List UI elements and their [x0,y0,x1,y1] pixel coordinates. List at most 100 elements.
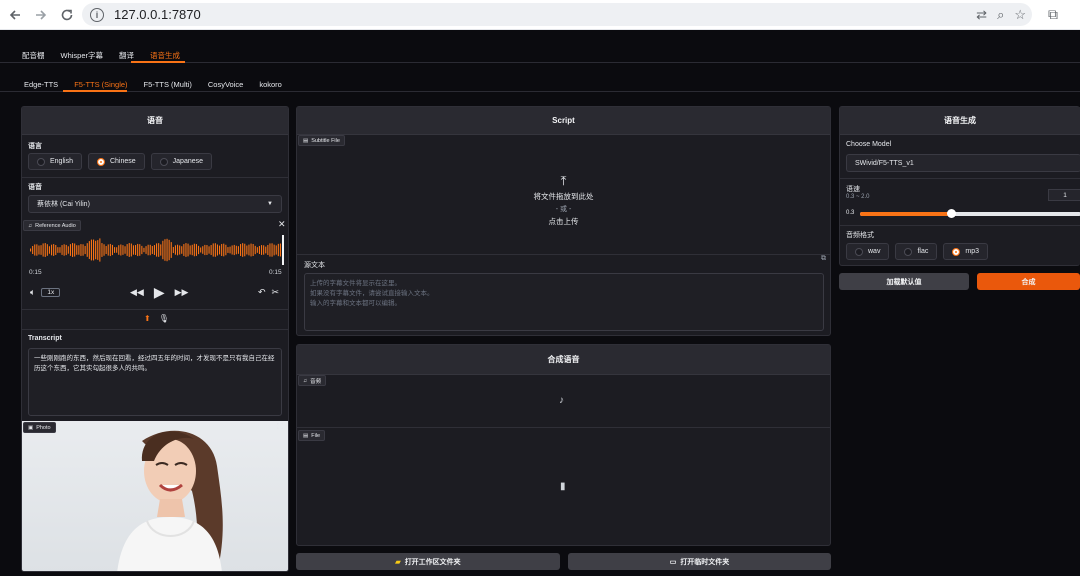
reload-icon[interactable] [54,2,80,28]
forward-arrow-icon[interactable] [28,2,54,28]
open-temp-folder-label: 打开临时文件夹 [680,558,730,566]
waveform-bar [275,245,277,255]
radio-wav[interactable]: wav [846,243,890,260]
waveform-bar [265,246,267,254]
waveform-bar [84,245,86,255]
radio-wav-label: wav [868,248,881,255]
radio-english[interactable]: English [28,153,82,170]
waveform-bar [208,246,210,254]
language-radio-group: English Chinese Japanese [28,153,213,170]
waveform-bar [53,244,55,256]
waveform-bar [271,243,273,257]
back-arrow-icon[interactable] [2,2,28,28]
bookmark-star-icon[interactable]: ☆ [1014,7,1026,23]
fullscreen-icon[interactable]: ⛶ [277,422,283,432]
waveform-bar [225,244,227,256]
radio-dot-icon [37,157,45,166]
waveform-bar [168,239,170,261]
waveform-bar [51,244,53,256]
transcript-input[interactable]: 一些刚刚跑的东西，然后现在回看，经过四五年的时间，才发现不是只有我自己在经历这个… [28,348,282,416]
close-icon[interactable]: ✕ [278,219,286,230]
waveform-bar [172,246,174,254]
waveform-bar [235,245,237,255]
tab-edge-tts[interactable]: Edge-TTS [16,77,66,91]
site-info-icon[interactable]: i [90,7,104,22]
time-start: 0:15 [29,269,42,276]
waveform-bar [103,244,105,256]
tab-f5-single[interactable]: F5-TTS (Single) [66,77,135,91]
image-icon: ▣ [28,424,34,431]
waveform-bar [30,248,32,252]
voice-select[interactable]: 蔡依林 (Cai Yilin) ▼ [28,195,282,213]
radio-mp3[interactable]: mp3 [943,243,988,260]
waveform-bar [229,246,231,254]
waveform-bar [277,243,279,257]
radio-chinese[interactable]: Chinese [87,153,145,170]
waveform-bar [74,243,76,257]
waveform-bar [233,244,235,256]
speed-number-input[interactable]: 1 [1048,189,1080,201]
tab-kokoro[interactable]: kokoro [251,77,290,91]
file-output-placeholder-icon: ▮ [560,481,566,492]
load-defaults-button[interactable]: 加载默认值 [839,273,969,290]
speed-slider[interactable] [860,209,1080,218]
open-workspace-folder-label: 打开工作区文件夹 [404,558,461,566]
waveform-bar [99,238,101,262]
copy-icon[interactable]: ⧉ [821,255,826,263]
source-text-label: 源文本 [304,262,325,269]
microphone-icon[interactable]: 🎙︎ [159,314,169,323]
tab-cosyvoice[interactable]: CosyVoice [200,77,251,91]
tab-f5-multi[interactable]: F5-TTS (Multi) [136,77,200,91]
waveform-bar [38,245,40,255]
language-label: 语言 [28,143,42,150]
subtitle-upload-dropzone[interactable]: ⤒ 将文件拖放到此处 - 或 - 点击上传 [297,147,830,253]
extensions-icon[interactable]: ⧉ [1043,4,1063,24]
zoom-icon[interactable]: ⌕ [997,7,1004,23]
radio-mp3-label: mp3 [965,248,979,255]
upload-audio-icon[interactable]: ⬆ [144,314,151,323]
translate-icon[interactable]: ⇄ [976,7,987,23]
open-workspace-folder-button[interactable]: ▰ 打开工作区文件夹 [296,553,560,570]
file-output-tag: ▤ File [298,430,326,441]
waveform-bar [109,243,111,257]
address-bar[interactable]: i 127.0.0.1:7870 ⇄ ⌕ ☆ [82,3,1032,26]
playback-speed-button[interactable]: 1x [41,288,61,297]
model-select[interactable]: SWivid/F5-TTS_v1 [846,154,1080,172]
waveform-bar [46,244,48,256]
tab-whisper[interactable]: Whisper字幕 [53,48,112,62]
waveform-bar [185,243,187,257]
tab-speech-generation[interactable]: 语音生成 [142,48,188,62]
volume-icon[interactable]: 🔈︎ [30,287,35,298]
waveform-bar [130,243,132,257]
radio-flac[interactable]: flac [895,243,938,260]
waveform-bar [210,245,212,255]
waveform-bar [137,243,139,257]
waveform-bar [72,243,74,257]
waveform-bar [114,247,116,253]
open-temp-folder-button[interactable]: ▭ 打开临时文件夹 [568,553,831,570]
fast-forward-icon[interactable]: ▶▶ [175,287,189,298]
audio-waveform[interactable] [30,235,284,265]
play-icon[interactable]: ▶ [154,284,165,301]
photo-tag-label: Photo [36,424,51,431]
waveform-bar [242,243,244,257]
speed-slider-thumb[interactable] [946,209,956,218]
trim-icon[interactable]: ✂ [272,287,280,298]
waveform-bar [69,244,71,256]
radio-japanese[interactable]: Japanese [150,153,213,170]
rewind-icon[interactable]: ◀◀ [130,287,144,298]
playhead-line [282,235,284,265]
waveform-bar [246,245,248,255]
synthesize-button[interactable]: 合成 [977,273,1080,290]
waveform-bar [162,240,164,260]
tab-dubbing[interactable]: 配音棚 [14,48,53,62]
subtitle-file-tag-label: Subtitle File [311,137,340,144]
undo-icon[interactable]: ↶ [258,287,266,298]
waveform-bar [147,244,149,256]
waveform-bar [193,243,195,257]
source-text-input[interactable]: 上传的字幕文件将显示在这里。 如果没有字幕文件，请尝试直接输入文本。 输入的字幕… [304,273,824,331]
radio-dot-icon [855,247,863,256]
radio-english-label: English [50,158,73,165]
tab-translate[interactable]: 翻译 [111,48,142,62]
divider [840,225,1080,226]
